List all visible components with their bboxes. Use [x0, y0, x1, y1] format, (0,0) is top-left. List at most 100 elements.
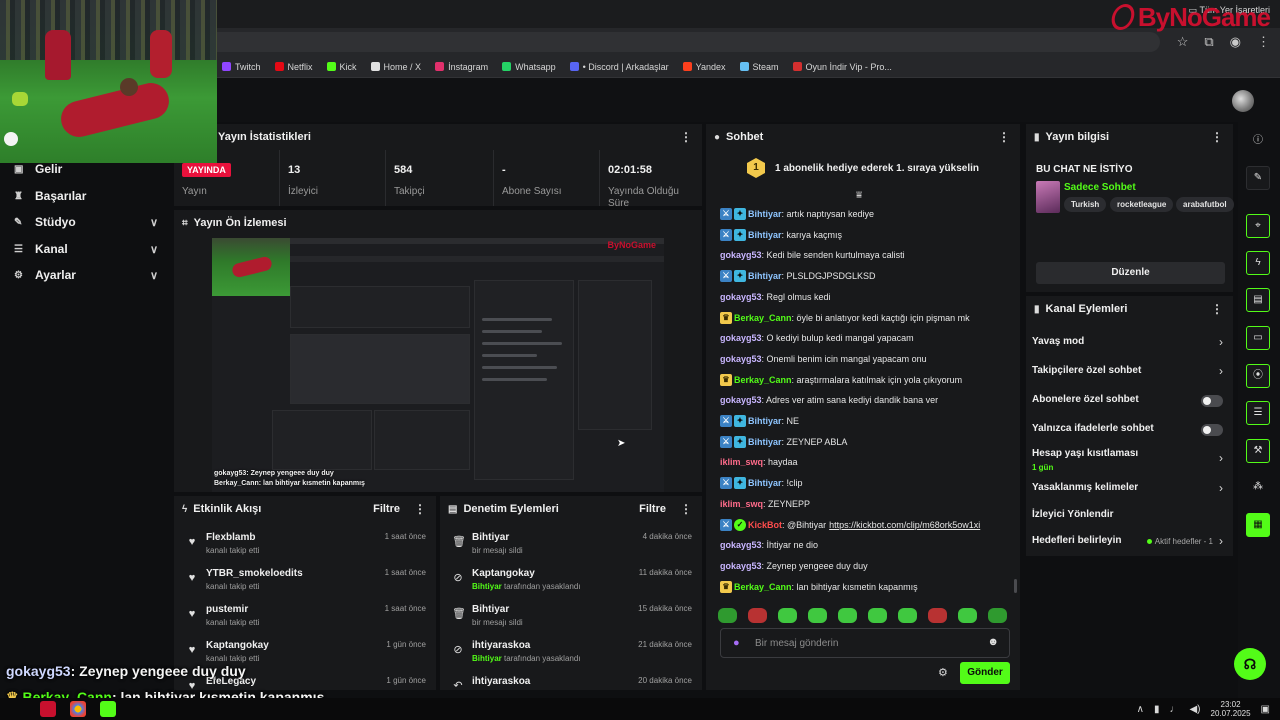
volume-icon[interactable]: ◀) — [1189, 704, 1200, 715]
more-icon[interactable]: ⋮ — [680, 502, 692, 516]
more-icon[interactable]: ⋮ — [680, 130, 692, 144]
chat-message[interactable]: ⚔ ✦ Bihtiyar: artık naptıysan kediye — [720, 205, 874, 223]
edit-button[interactable]: Düzenle — [1036, 262, 1225, 284]
emote-icon[interactable] — [868, 608, 887, 623]
broadcast-icon[interactable]: ⦿ — [1246, 364, 1270, 388]
chat-input[interactable]: ● Bir mesaj gönderin ☻ — [720, 628, 1010, 658]
bookmark-item[interactable]: Whatsapp — [502, 62, 556, 72]
app-icon[interactable] — [40, 701, 56, 717]
kick-icon[interactable] — [100, 701, 116, 717]
sidebar-item-kanal[interactable]: ☰ Kanal ∨ — [0, 236, 172, 262]
bookmark-item[interactable]: Steam — [739, 62, 779, 72]
list-item[interactable]: 🗑 Bihtiyar bir mesajı sildi 4 dakika önce — [440, 528, 702, 564]
url-field[interactable] — [200, 32, 1160, 52]
toggle-switch[interactable] — [1201, 395, 1223, 407]
tray-arrow-icon[interactable]: ∧ — [1137, 704, 1144, 715]
list-item[interactable]: ♥ Flexblamb kanalı takip etti 1 saat önce — [174, 528, 436, 564]
moderation-filter-button[interactable]: Filtre — [639, 503, 666, 515]
menu-icon[interactable]: ⋮ — [1257, 34, 1270, 50]
sidebar-item-studyo[interactable]: ✎ Stüdyo ∨ — [0, 209, 172, 235]
sidebar-item-basarilar[interactable]: ♜ Başarılar — [0, 183, 172, 209]
chat-settings-icon[interactable]: ⚙ — [938, 666, 948, 679]
list-item[interactable]: ♥ pustemir kanalı takip etti 1 saat önce — [174, 600, 436, 636]
more-icon[interactable]: ⋮ — [998, 130, 1010, 144]
bookmark-item[interactable]: Twitch — [222, 62, 261, 72]
notification-icon[interactable]: ▣ — [1261, 704, 1270, 715]
channel-action-4[interactable]: Hesap yaşı kısıtlaması 1 gün › — [1026, 444, 1233, 472]
more-icon[interactable]: ⋮ — [1211, 130, 1223, 144]
channel-action-5[interactable]: Yasaklanmış kelimeler › — [1026, 474, 1233, 502]
emote-icon[interactable] — [808, 608, 827, 623]
tag[interactable]: arabafutbol — [1176, 197, 1234, 212]
emote-icon[interactable] — [838, 608, 857, 623]
list-item[interactable]: ⊘ ihtiyaraskoa Bihtiyar tarafından yasakla… — [440, 636, 702, 672]
extensions-icon[interactable]: ⧉ — [1204, 34, 1213, 50]
info-icon[interactable]: ⓘ — [1246, 130, 1270, 154]
sidebar-item-ayarlar[interactable]: ⚙ Ayarlar ∨ — [0, 262, 172, 288]
emote-icon[interactable] — [898, 608, 917, 623]
bookmark-item[interactable]: Oyun İndir Vip - Pro... — [792, 62, 892, 72]
bookmark-star-icon[interactable]: ☆ — [1177, 34, 1189, 50]
emote-icon[interactable] — [748, 608, 767, 623]
bookmark-item[interactable]: Kick — [326, 62, 357, 72]
stack-icon[interactable]: ☰ — [1246, 401, 1270, 425]
channel-action-6[interactable]: İzleyici Yönlendir — [1026, 501, 1233, 529]
clapper-icon[interactable]: ▦ — [1246, 513, 1270, 537]
chat-message[interactable]: ♛ Berkay_Cann: araştırmalara katılmak içi… — [720, 371, 962, 389]
collapse-icon[interactable]: ⩸ — [856, 190, 862, 201]
chat-message[interactable]: ⚔ ✦ Bihtiyar: PLSLDGJPSDGLKSD — [720, 267, 876, 285]
chat-message[interactable]: ⚔ ✦ Bihtiyar: !clip — [720, 474, 803, 492]
chat-bubble-icon[interactable]: ▭ — [1246, 326, 1270, 350]
channel-action-3[interactable]: Yalnızca ifadelerle sohbet — [1026, 415, 1233, 443]
edit-icon[interactable]: ✎ — [1246, 166, 1270, 190]
list-item[interactable]: ↶ ihtiyaraskoa 20 dakika önce — [440, 672, 702, 690]
stream-category[interactable]: Sadece Sohbet — [1064, 182, 1136, 193]
channel-action-0[interactable]: Yavaş mod › — [1026, 328, 1233, 356]
channel-action-1[interactable]: Takipçilere özel sohbet › — [1026, 357, 1233, 385]
emote-icon[interactable] — [718, 608, 737, 623]
bookmark-item[interactable]: Home / X — [370, 62, 421, 72]
emote-icon[interactable] — [928, 608, 947, 623]
chat-message[interactable]: ⚔ ✦ Bihtiyar: karıya kaçmış — [720, 226, 842, 244]
emoji-icon[interactable]: ☻ — [987, 636, 999, 648]
bookmark-item[interactable]: Netflix — [274, 62, 313, 72]
screen-icon[interactable]: ⌖ — [1246, 214, 1270, 238]
chat-message[interactable]: ⚔ ✦ Bihtiyar: ZEYNEP ABLA — [720, 433, 847, 451]
gift-leaderboard-banner[interactable]: 1 1 abonelik hediye ederek 1. sıraya yük… — [706, 154, 1020, 182]
chat-message[interactable]: iklim_swq: haydaa — [720, 453, 798, 471]
chat-message[interactable]: gokayg53: İhtiyar ne dio — [720, 536, 818, 554]
more-icon[interactable]: ⋮ — [414, 502, 426, 516]
tag[interactable]: rocketleague — [1110, 197, 1174, 212]
microphone-icon[interactable]: ● — [733, 637, 740, 649]
channel-action-2[interactable]: Abonelere özel sohbet — [1026, 386, 1233, 414]
chat-message[interactable]: ⚔ ✓ KickBot: @Bihtiyar https://kickbot.com/… — [720, 516, 980, 534]
chat-message[interactable]: gokayg53: Onemli benim icin mangal yapac… — [720, 350, 927, 368]
chat-message[interactable]: gokayg53: Adres ver atim sana kediyi dan… — [720, 391, 938, 409]
bookmark-item[interactable]: İnstagram — [435, 62, 488, 72]
wrench-icon[interactable]: ⚒ — [1246, 439, 1270, 463]
stream-preview-image[interactable]: ByNoGame gokayg53: Zeynep yengeee duy du… — [212, 238, 664, 492]
bookmark-item[interactable]: • Discord | Arkadaşlar — [569, 62, 669, 72]
send-button[interactable]: Gönder — [960, 662, 1010, 684]
chat-message[interactable]: gokayg53: Regl olmus kedi — [720, 288, 831, 306]
clip-link[interactable]: https://kickbot.com/clip/m68ork5ow1xi — [829, 520, 980, 530]
channel-action-7[interactable]: Hedefleri belirleyin › Aktif hedefler - 1 — [1026, 527, 1233, 555]
chat-message[interactable]: ♛ Berkay_Cann: lan bihtiyar kısmetin kapa… — [720, 578, 918, 596]
notes-icon[interactable]: ▤ — [1246, 288, 1270, 312]
chat-message[interactable]: gokayg53: Zeynep yengeee duy duy — [720, 557, 868, 575]
more-icon[interactable]: ⋮ — [1211, 302, 1223, 316]
emote-icon[interactable] — [778, 608, 797, 623]
clock[interactable]: 23:02 20.07.2025 — [1211, 700, 1251, 718]
bookmark-item[interactable]: Yandex — [682, 62, 726, 72]
emote-icon[interactable] — [988, 608, 1007, 623]
avatar[interactable] — [1232, 90, 1254, 112]
chat-message[interactable]: ⚔ ✦ Bihtiyar: NE — [720, 412, 799, 430]
list-item[interactable]: ⊘ Kaptangokay Bihtiyar tarafından yasaklan… — [440, 564, 702, 600]
chat-message[interactable]: ♛ Berkay_Cann: öyle bi anlatıyor kedi kaç… — [720, 309, 970, 327]
tag[interactable]: Turkish — [1064, 197, 1107, 212]
chat-message[interactable]: gokayg53: Kedi bile senden kurtulmaya ca… — [720, 246, 905, 264]
chrome-icon[interactable] — [70, 701, 86, 717]
list-item[interactable]: 🗑 Bihtiyar bir mesajı sildi 15 dakika önce — [440, 600, 702, 636]
nodes-icon[interactable]: ⁂ — [1246, 476, 1270, 500]
list-item[interactable]: ♥ YTBR_smokeloedits kanalı takip etti 1 saa… — [174, 564, 436, 600]
